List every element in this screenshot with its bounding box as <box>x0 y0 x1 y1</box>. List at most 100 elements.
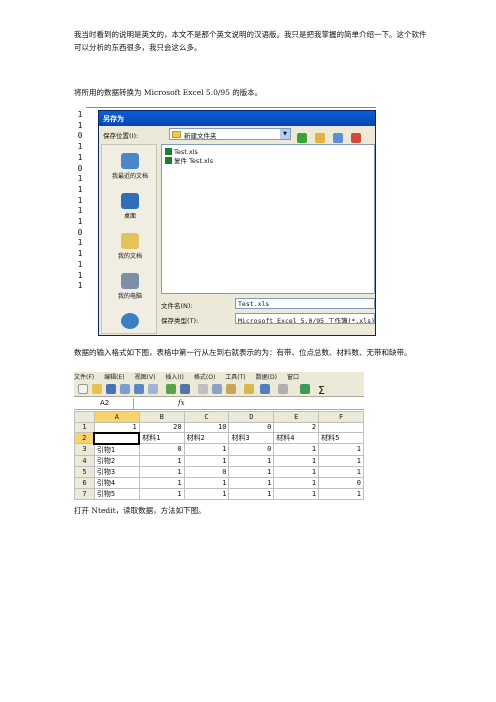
cell[interactable]: 1 <box>138 476 185 489</box>
place-desktop[interactable]: 桌面 <box>102 193 158 220</box>
file-item[interactable]: Test.xls <box>165 148 371 157</box>
select-all-corner[interactable] <box>74 411 95 423</box>
row-header[interactable]: 2 <box>74 432 95 445</box>
left-digit: 0 <box>77 131 83 141</box>
paste-icon[interactable] <box>226 384 236 394</box>
column-header[interactable]: C <box>183 411 230 423</box>
cell[interactable] <box>93 431 141 445</box>
cell[interactable]: 材料3 <box>228 432 275 445</box>
cell[interactable]: 引物3 <box>93 465 140 478</box>
cell[interactable]: 1 <box>318 443 364 456</box>
cell[interactable]: 材料1 <box>138 432 185 445</box>
cell[interactable]: 0 <box>228 443 275 456</box>
cell[interactable]: 1 <box>183 487 230 500</box>
cell[interactable]: 1 <box>273 487 320 500</box>
up-folder-icon[interactable] <box>315 133 326 143</box>
place-documents[interactable]: 我的文档 <box>102 233 158 260</box>
cell[interactable]: 引物1 <box>93 443 140 456</box>
cell[interactable]: 10 <box>183 421 230 434</box>
row-header[interactable]: 1 <box>74 421 95 434</box>
open-icon[interactable] <box>92 384 102 394</box>
search-web-icon[interactable] <box>333 133 344 143</box>
autosum-icon[interactable]: Σ <box>318 384 328 397</box>
cell[interactable]: 1 <box>273 443 320 456</box>
place-recent[interactable]: 我最近的文档 <box>102 153 158 180</box>
row-header[interactable]: 6 <box>74 476 95 489</box>
menu-item[interactable]: 窗口 <box>287 374 299 381</box>
file-item[interactable]: 复件 Test.xls <box>165 157 371 166</box>
cell[interactable]: 1 <box>138 487 185 500</box>
left-digit: 1 <box>77 249 83 259</box>
spelling-icon[interactable] <box>166 384 176 394</box>
fx-icon[interactable]: fx <box>178 399 185 407</box>
column-header[interactable]: B <box>138 411 185 423</box>
filename-input[interactable]: Test.xls <box>235 298 375 309</box>
cell[interactable]: 0 <box>183 465 230 478</box>
menu-item[interactable]: 编辑(E) <box>104 374 124 381</box>
cell[interactable]: 0 <box>318 476 364 489</box>
cell[interactable] <box>318 421 364 434</box>
delete-icon[interactable] <box>351 133 362 143</box>
cell[interactable]: 1 <box>183 476 230 489</box>
hyperlink-icon[interactable] <box>300 384 310 394</box>
cell[interactable]: 1 <box>138 465 185 478</box>
cell[interactable]: 0 <box>138 443 185 456</box>
cut-icon[interactable] <box>198 384 208 394</box>
cell[interactable]: 1 <box>273 454 320 467</box>
research-icon[interactable] <box>180 384 190 394</box>
cell[interactable]: 1 <box>228 454 275 467</box>
cell[interactable]: 2 <box>273 421 320 434</box>
row-header[interactable]: 7 <box>74 487 95 500</box>
menu-item[interactable]: 视图(V) <box>135 374 156 381</box>
cell[interactable]: 1 <box>93 421 140 434</box>
cell[interactable]: 1 <box>183 443 230 456</box>
print-preview-icon[interactable] <box>148 384 158 394</box>
save-icon[interactable] <box>106 384 116 394</box>
cell[interactable]: 1 <box>318 454 364 467</box>
menu-item[interactable]: 格式(O) <box>194 374 215 381</box>
format-painter-icon[interactable] <box>244 384 254 394</box>
cell[interactable]: 1 <box>183 454 230 467</box>
undo-icon[interactable] <box>260 384 270 394</box>
cell[interactable]: 引物4 <box>93 476 140 489</box>
copy-icon[interactable] <box>212 384 222 394</box>
cell[interactable]: 20 <box>138 421 185 434</box>
name-box[interactable]: A2 <box>74 398 134 409</box>
redo-icon[interactable] <box>278 384 288 394</box>
cell[interactable]: 1 <box>138 454 185 467</box>
row-header[interactable]: 4 <box>74 454 95 467</box>
cell[interactable]: 1 <box>228 487 275 500</box>
cell[interactable]: 1 <box>228 476 275 489</box>
menu-item[interactable]: 文件(F) <box>74 374 94 381</box>
new-icon[interactable] <box>78 384 88 394</box>
row-header[interactable]: 3 <box>74 443 95 456</box>
cell[interactable]: 1 <box>273 476 320 489</box>
cell[interactable]: 0 <box>228 421 275 434</box>
save-in-select[interactable]: 新建文件夹 ▼ <box>169 128 291 140</box>
place-network[interactable] <box>102 313 158 331</box>
cell[interactable]: 引物2 <box>93 454 140 467</box>
cell[interactable]: 材料2 <box>183 432 230 445</box>
back-icon[interactable] <box>297 133 307 143</box>
cell[interactable]: 1 <box>318 487 364 500</box>
cell[interactable]: 引物5 <box>93 487 140 500</box>
menu-item[interactable]: 数据(D) <box>256 374 277 381</box>
cell[interactable]: 1 <box>228 465 275 478</box>
chevron-down-icon[interactable]: ▼ <box>280 129 290 139</box>
filetype-select[interactable]: Microsoft Excel 5.0/95 工作簿(*.xls) <box>235 313 375 324</box>
cell[interactable]: 1 <box>318 465 364 478</box>
row-header[interactable]: 5 <box>74 465 95 478</box>
column-header[interactable]: A <box>93 411 140 423</box>
cell[interactable]: 材料4 <box>273 432 320 445</box>
cell[interactable]: 1 <box>273 465 320 478</box>
column-header[interactable]: E <box>273 411 320 423</box>
column-header[interactable]: F <box>318 411 364 423</box>
menu-item[interactable]: 插入(I) <box>165 374 183 381</box>
column-header[interactable]: D <box>228 411 275 423</box>
permission-icon[interactable] <box>120 384 130 394</box>
menu-item[interactable]: 工具(T) <box>225 374 245 381</box>
cell[interactable]: 材料5 <box>318 432 364 445</box>
print-icon[interactable] <box>134 384 144 394</box>
place-computer[interactable]: 我的电脑 <box>102 273 158 300</box>
dialog-title: 另存为 <box>99 111 375 126</box>
